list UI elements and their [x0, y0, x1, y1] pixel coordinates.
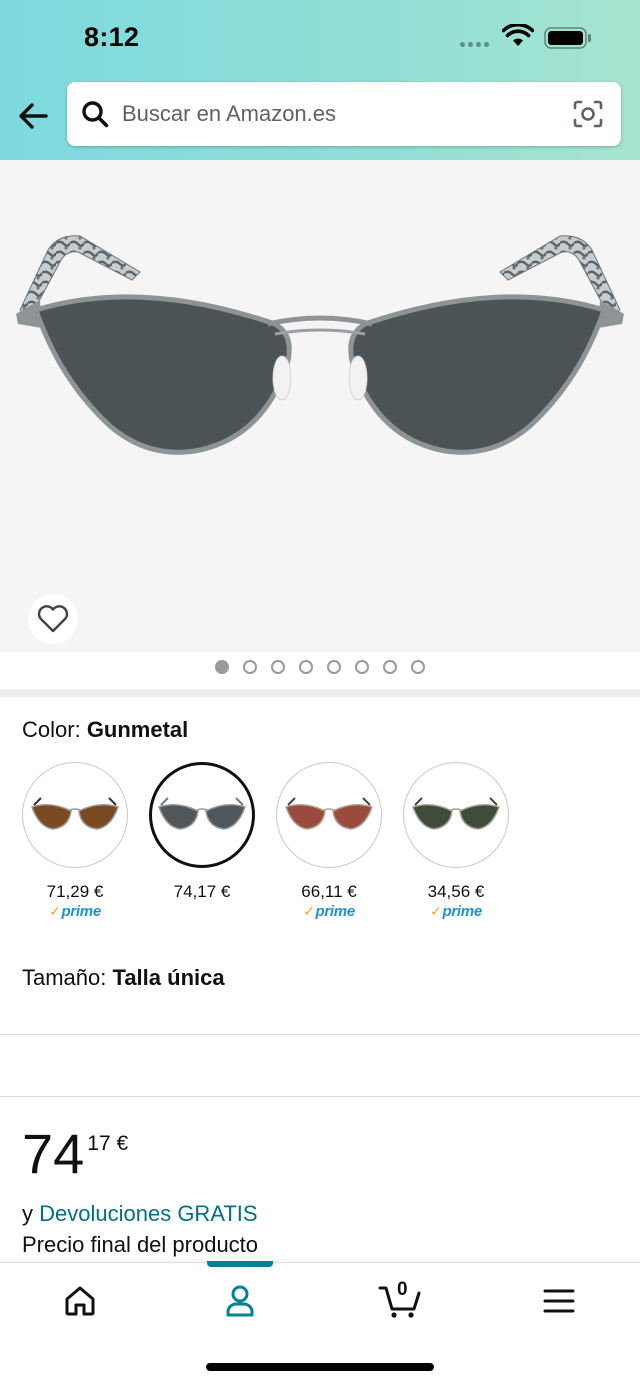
section-divider [0, 689, 640, 697]
size-label[interactable]: Tamaño: Talla única [22, 965, 225, 991]
swatch-green-lens[interactable]: 34,56 € ✓ prime [403, 762, 509, 920]
returns-prefix: y [22, 1201, 33, 1226]
color-selected-value: Gunmetal [86, 717, 189, 742]
swatch-price: 71,29 € [46, 882, 104, 901]
home-indicator[interactable] [206, 1363, 434, 1371]
swatch-sunglasses-image [285, 797, 373, 830]
nav-menu[interactable] [529, 1281, 589, 1321]
heart-icon [37, 605, 69, 633]
swatch-rose-lens[interactable]: 66,11 € ✓ prime [276, 762, 382, 920]
back-button[interactable] [14, 96, 54, 136]
pager-dot[interactable] [411, 660, 425, 674]
divider [0, 1034, 640, 1035]
swatch-sunglasses-image [31, 797, 119, 830]
search-icon [82, 101, 109, 128]
header: 8:12 [0, 0, 640, 160]
prime-badge: ✓ prime [403, 903, 509, 920]
swatch-gunmetal[interactable]: 74,17 € [149, 762, 255, 902]
battery-icon [544, 27, 591, 49]
image-pager[interactable] [0, 660, 640, 680]
pager-dot[interactable] [243, 660, 257, 674]
pager-dot[interactable] [355, 660, 369, 674]
wifi-icon [502, 24, 534, 46]
size-label-text: Tamaño: [22, 965, 107, 990]
swatch-price: 34,56 € [427, 882, 485, 901]
swatch-image[interactable] [276, 762, 382, 868]
search-input[interactable] [122, 82, 562, 146]
prime-check-icon: ✓ [430, 903, 442, 919]
product-price: 74 17 € [22, 1124, 128, 1184]
pager-dot[interactable] [271, 660, 285, 674]
home-icon [65, 1286, 95, 1316]
nav-cart[interactable]: 0 [370, 1279, 430, 1321]
swatch-sunglasses-image [412, 797, 500, 830]
prime-label: prime [315, 903, 356, 920]
free-returns-link[interactable]: Devoluciones GRATIS [39, 1201, 257, 1226]
final-price-text: Precio final del producto [22, 1232, 259, 1257]
prime-badge: ✓ prime [22, 903, 128, 920]
nav-home[interactable] [50, 1281, 110, 1321]
prime-check-icon: ✓ [303, 903, 315, 919]
hamburger-menu-icon [543, 1289, 575, 1313]
active-tab-indicator [207, 1261, 273, 1267]
returns-line: y Devoluciones GRATIS [22, 1201, 258, 1227]
search-bar[interactable] [67, 82, 621, 146]
cart-count-badge: 0 [397, 1279, 408, 1300]
status-time: 8:12 [84, 22, 140, 52]
product-image [16, 235, 624, 455]
bottom-navigation: 0 [0, 1261, 640, 1384]
pager-dot[interactable] [299, 660, 313, 674]
price-whole: 74 [22, 1122, 85, 1185]
wishlist-button[interactable] [28, 594, 78, 644]
divider [0, 1096, 640, 1097]
swatch-image[interactable] [22, 762, 128, 868]
prime-check-icon: ✓ [49, 903, 61, 919]
nav-account[interactable] [210, 1281, 270, 1321]
swatch-brown-lens[interactable]: 71,29 € ✓ prime [22, 762, 128, 920]
swatch-price: 66,11 € [301, 882, 357, 901]
color-label-text: Color: [22, 717, 81, 742]
swatch-sunglasses-image [158, 797, 246, 830]
prime-badge: ✓ prime [276, 903, 382, 920]
pager-dot[interactable] [383, 660, 397, 674]
color-label: Color: Gunmetal [22, 717, 188, 743]
pager-dot[interactable] [327, 660, 341, 674]
price-fraction: 17 € [87, 1132, 129, 1155]
swatch-image[interactable] [403, 762, 509, 868]
prime-label: prime [442, 903, 483, 920]
swatch-image[interactable] [149, 762, 255, 868]
back-arrow-icon [19, 103, 48, 129]
account-icon [226, 1285, 254, 1317]
size-selected-value: Talla única [112, 965, 225, 990]
cellular-signal-icon [460, 42, 489, 47]
product-image-gallery[interactable] [0, 160, 640, 652]
prime-label: prime [61, 903, 102, 920]
pager-dot[interactable] [215, 660, 229, 674]
swatch-price: 74,17 € [173, 882, 231, 901]
camera-search-icon[interactable] [572, 99, 604, 129]
